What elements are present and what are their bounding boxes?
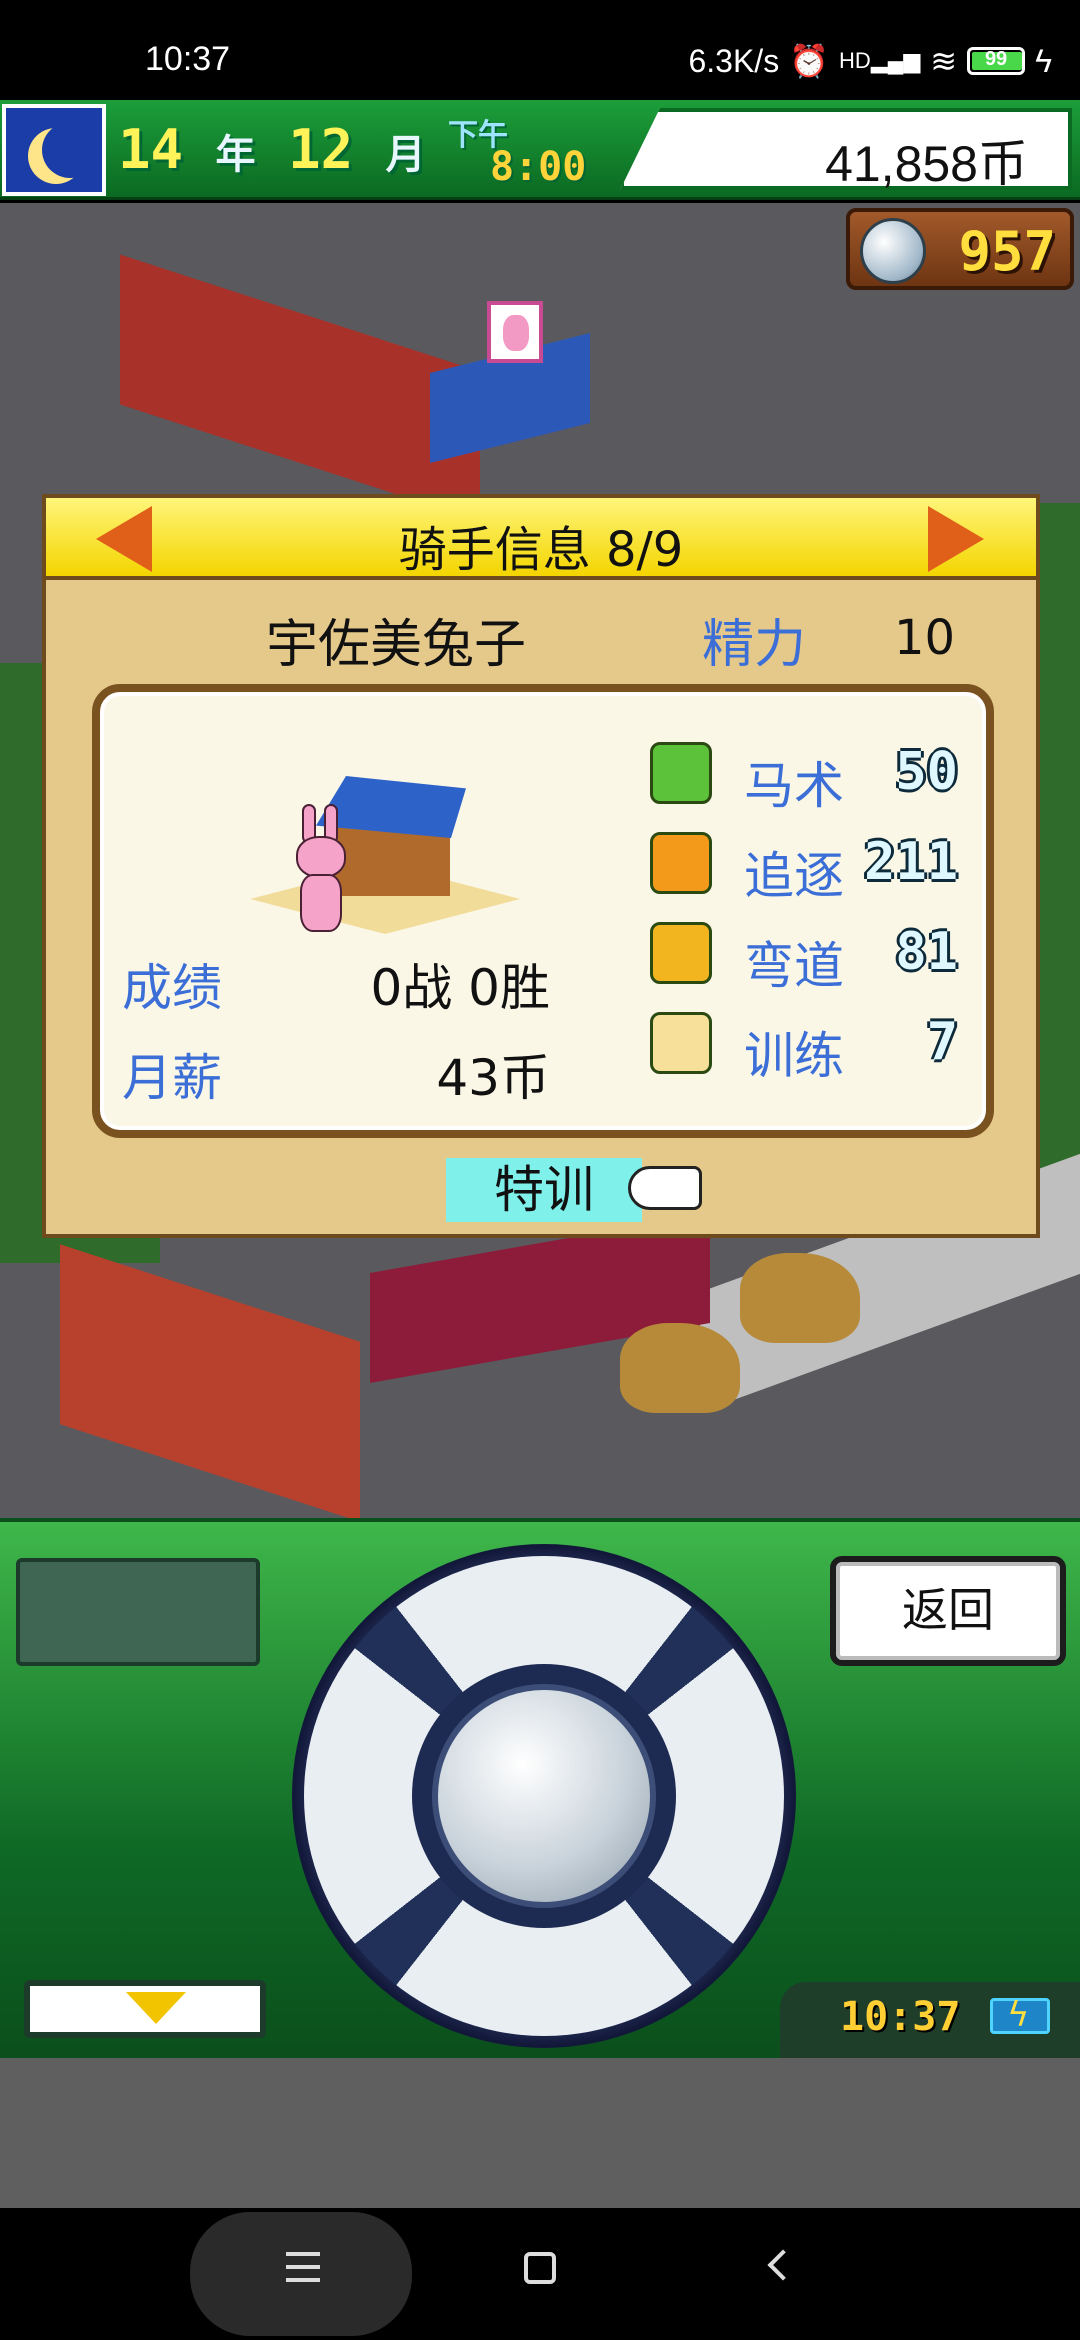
jockey-stats-panel: 成绩 0战 0胜 月薪 43币 马术 50 追逐 211 弯道 81 训练 7 xyxy=(92,684,994,1138)
status-icons: 6.3K/s ⏰ HD▂▄▆ ≋ 99 ϟ xyxy=(688,42,1052,80)
whip-icon xyxy=(650,1012,712,1074)
coin-panel: 41,858币 xyxy=(620,108,1072,190)
back-icon[interactable] xyxy=(767,2249,799,2281)
dpad[interactable] xyxy=(292,1544,796,2048)
salary-value: 43币 xyxy=(436,1049,550,1107)
jockey-info-dialog: 骑手信息 8/9 宇佐美兔子 精力 10 成绩 0战 0胜 月薪 43币 马术 … xyxy=(42,494,1040,1238)
bunny-jockey-icon xyxy=(290,804,350,934)
map-building-roof xyxy=(60,1244,360,1518)
horse-icon xyxy=(650,742,712,804)
horse-statue xyxy=(620,1323,740,1413)
energy-label: 精力 xyxy=(702,615,807,675)
record-label: 成绩 xyxy=(122,959,222,1017)
status-time: 10:37 xyxy=(145,40,231,78)
stat-value-curve: 81 xyxy=(895,922,958,982)
jockey-map-marker[interactable] xyxy=(487,301,543,363)
coin-balance: 41,858币 xyxy=(825,136,1028,192)
bunny-body xyxy=(300,874,342,932)
game-month: 12 xyxy=(288,118,354,181)
alarm-icon: ⏰ xyxy=(789,43,830,79)
moon-icon xyxy=(42,122,98,178)
signal-label: HD xyxy=(839,48,871,73)
horse-statue xyxy=(740,1253,860,1343)
battery-charging-icon: ϟ xyxy=(990,1995,1050,2035)
pointing-hand-icon xyxy=(628,1166,702,1210)
game-date: 14 年 12 月 xyxy=(118,118,426,181)
jockey-portrait xyxy=(250,754,520,954)
month-unit: 月 xyxy=(385,132,426,178)
charging-icon: ϟ xyxy=(1035,42,1052,79)
medal-count: 957 xyxy=(958,220,1056,283)
game-hud: 14 年 12 月 下午 8:00 41,858币 xyxy=(0,100,1080,200)
chase-arrows-icon xyxy=(650,832,712,894)
night-indicator xyxy=(2,104,106,196)
signal-icon: HD▂▄▆ xyxy=(839,48,921,73)
virtual-controller: 返回 10:37 ϟ xyxy=(0,1518,1080,2062)
stat-value-chase: 211 xyxy=(864,832,958,892)
stat-label-training: 训练 xyxy=(744,1027,844,1085)
dpad-center-button[interactable] xyxy=(432,1684,656,1908)
year-unit: 年 xyxy=(215,132,256,178)
game-clock: 8:00 xyxy=(490,144,587,190)
back-button[interactable]: 返回 xyxy=(830,1556,1066,1666)
scroll-down-button[interactable] xyxy=(24,1980,266,2038)
home-icon[interactable] xyxy=(524,2252,556,2284)
dialog-title: 骑手信息 8/9 xyxy=(398,522,684,578)
menu-icon[interactable] xyxy=(286,2252,320,2282)
energy-value: 10 xyxy=(894,610,956,666)
status-bar: 10:37 6.3K/s ⏰ HD▂▄▆ ≋ 99 ϟ xyxy=(0,0,1080,100)
system-nav-bar xyxy=(0,2208,1080,2340)
record-value: 0战 0胜 xyxy=(370,959,550,1017)
controller-status-panel: 10:37 ϟ xyxy=(780,1982,1080,2062)
stat-label-riding: 马术 xyxy=(744,757,844,815)
battery-icon: 99 xyxy=(967,47,1026,75)
game-year: 14 xyxy=(118,118,184,181)
controller-clock: 10:37 xyxy=(840,1994,961,2040)
map-building-roof xyxy=(120,254,480,522)
battery-level: 99 xyxy=(984,48,1008,70)
jockey-name: 宇佐美兔子 xyxy=(266,615,527,675)
salary-label: 月薪 xyxy=(122,1049,222,1107)
special-training-button[interactable]: 特训 xyxy=(446,1158,642,1222)
medal-counter: 957 xyxy=(846,208,1074,290)
empty-area xyxy=(0,2058,1080,2208)
chevron-down-icon xyxy=(126,1992,186,2024)
dialog-header: 骑手信息 8/9 xyxy=(46,498,1036,580)
horseshoe-medal-icon xyxy=(860,218,926,284)
controller-display xyxy=(16,1558,260,1666)
stat-label-curve: 弯道 xyxy=(744,937,844,995)
bunny-head xyxy=(296,836,346,878)
network-speed: 6.3K/s xyxy=(688,42,780,79)
wifi-icon: ≋ xyxy=(930,43,958,79)
stat-value-riding: 50 xyxy=(895,742,958,802)
stat-value-training: 7 xyxy=(926,1012,958,1072)
curve-arrow-icon xyxy=(650,922,712,984)
